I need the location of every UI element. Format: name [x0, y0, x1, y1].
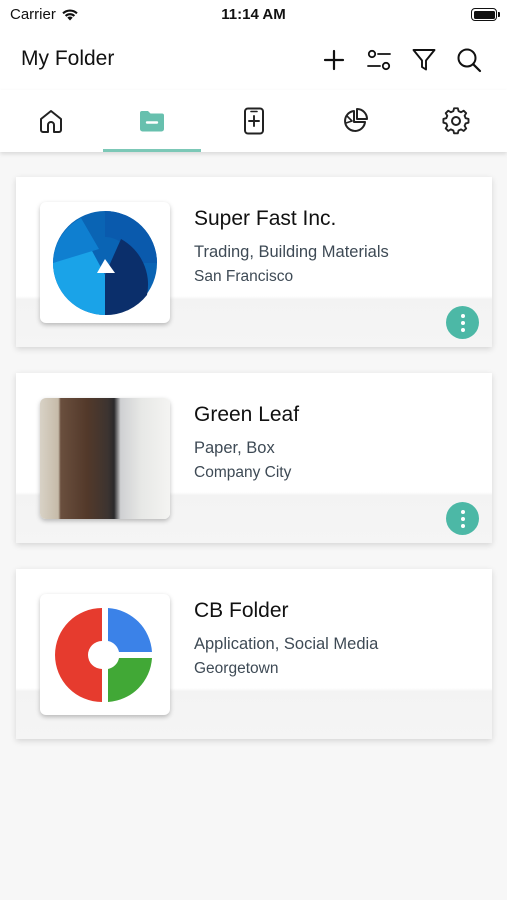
tab-bar — [0, 90, 507, 152]
company-city: San Francisco — [194, 268, 294, 285]
filter-button[interactable] — [408, 44, 440, 76]
add-document-icon — [243, 107, 264, 135]
status-bar: Carrier 11:14 AM — [0, 0, 507, 30]
company-categories: Trading, Building Materials — [194, 243, 389, 261]
quadrant-logo — [55, 607, 152, 702]
company-name: Super Fast Inc. — [194, 207, 337, 230]
battery-icon — [471, 8, 500, 21]
company-card[interactable]: Super Fast Inc. Trading, Building Materi… — [16, 177, 492, 347]
company-categories: Paper, Box — [194, 439, 275, 457]
filter-icon — [412, 49, 436, 71]
tab-statistics[interactable] — [304, 90, 405, 152]
company-logo — [40, 398, 170, 519]
company-card[interactable]: CB Folder Application, Social Media Geor… — [16, 569, 492, 739]
pie-chart-icon — [343, 108, 368, 132]
company-city: Georgetown — [194, 660, 279, 677]
tab-settings[interactable] — [406, 90, 507, 152]
header-actions — [318, 44, 485, 76]
building-photo — [40, 398, 170, 519]
search-button[interactable] — [453, 44, 485, 76]
app-bar: My Folder — [0, 30, 507, 90]
tab-home[interactable] — [0, 90, 101, 152]
company-logo — [40, 594, 170, 715]
company-city: Company City — [194, 464, 292, 481]
more-options-button[interactable] — [446, 306, 479, 339]
company-list: Super Fast Inc. Trading, Building Materi… — [16, 177, 492, 765]
plus-icon — [323, 49, 345, 71]
add-button[interactable] — [318, 44, 350, 76]
company-card[interactable]: Green Leaf Paper, Box Company City — [16, 373, 492, 543]
company-logo — [40, 202, 170, 323]
search-icon — [457, 48, 482, 73]
page-title: My Folder — [21, 47, 115, 70]
company-name: CB Folder — [194, 599, 289, 622]
more-dots-icon — [460, 509, 465, 514]
more-options-button[interactable] — [446, 502, 479, 535]
sort-button[interactable] — [363, 44, 395, 76]
tab-folder[interactable] — [101, 90, 202, 152]
company-name: Green Leaf — [194, 403, 300, 426]
gear-icon — [442, 107, 470, 135]
sliders-icon — [367, 49, 391, 71]
home-icon — [39, 110, 62, 133]
tab-add-document[interactable] — [203, 90, 304, 152]
folder-icon — [140, 111, 165, 132]
more-dots-icon — [460, 313, 465, 318]
status-time: 11:14 AM — [221, 6, 286, 23]
blue-swirl-logo — [53, 210, 157, 315]
company-categories: Application, Social Media — [194, 635, 379, 653]
